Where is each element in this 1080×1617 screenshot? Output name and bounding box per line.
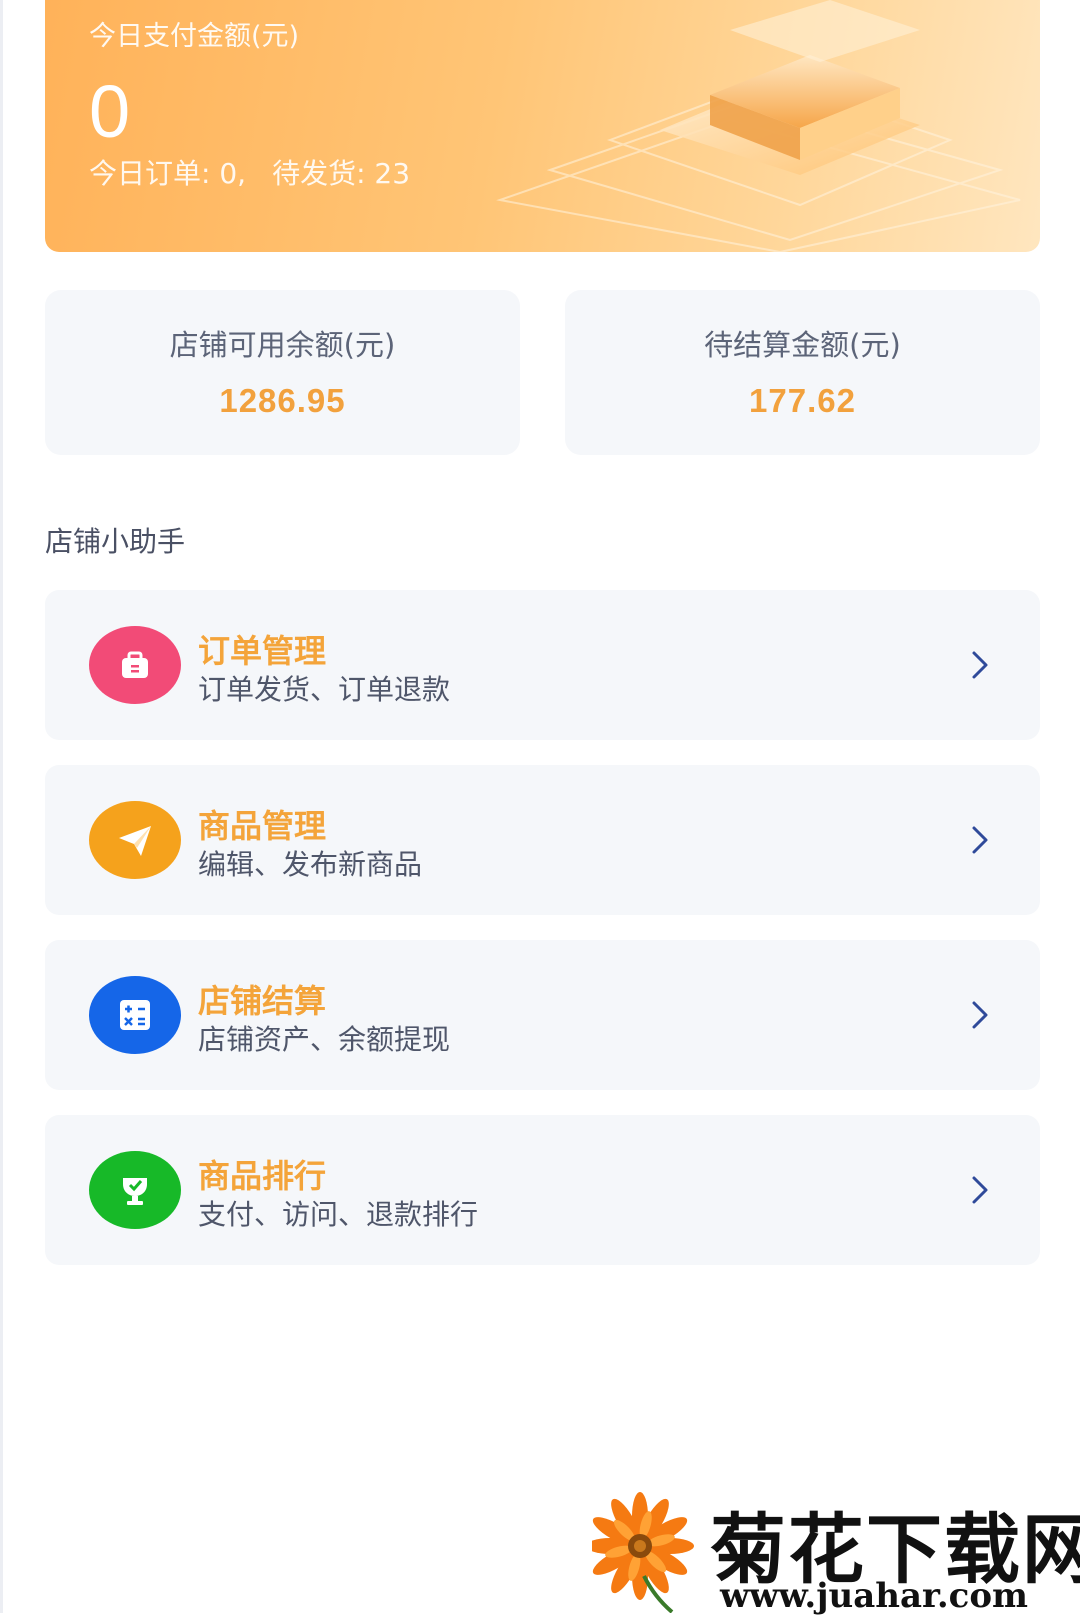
trophy-icon bbox=[89, 1151, 181, 1229]
briefcase-icon bbox=[89, 626, 181, 704]
pending-settlement-label: 待结算金额(元) bbox=[704, 328, 901, 362]
watermark-url: www.juahar.com bbox=[720, 1576, 1029, 1616]
chevron-right-icon bbox=[972, 1176, 988, 1204]
chevron-right-icon bbox=[972, 1001, 988, 1029]
helper-item-product-ranking[interactable]: 商品排行 支付、访问、退款排行 bbox=[45, 1115, 1040, 1265]
today-payment-label: 今日支付金额(元) bbox=[89, 21, 300, 52]
chevron-right-icon bbox=[972, 826, 988, 854]
helper-item-desc: 订单发货、订单退款 bbox=[198, 673, 451, 706]
pending-settlement-value: 177.62 bbox=[749, 382, 856, 419]
helper-item-title: 商品排行 bbox=[198, 1157, 327, 1195]
helper-item-title: 店铺结算 bbox=[198, 982, 327, 1020]
calculator-icon bbox=[89, 976, 181, 1054]
helper-item-title: 订单管理 bbox=[198, 632, 327, 670]
pending-shipment-count: 待发货: 23 bbox=[272, 157, 411, 190]
today-orders-count: 今日订单: 0, bbox=[89, 157, 247, 190]
helper-item-product-management[interactable]: 商品管理 编辑、发布新商品 bbox=[45, 765, 1040, 915]
helper-item-order-management[interactable]: 订单管理 订单发货、订单退款 bbox=[45, 590, 1040, 740]
helper-item-title: 商品管理 bbox=[198, 807, 327, 845]
helper-item-desc: 编辑、发布新商品 bbox=[198, 848, 423, 881]
pending-settlement-card[interactable]: 待结算金额(元) 177.62 bbox=[565, 290, 1040, 455]
left-edge-divider bbox=[0, 0, 3, 1613]
today-payment-amount: 0 bbox=[89, 70, 131, 153]
available-balance-card[interactable]: 店铺可用余额(元) 1286.95 bbox=[45, 290, 520, 455]
today-order-summary: 今日订单: 0, 待发货: 23 bbox=[89, 152, 410, 192]
available-balance-label: 店铺可用余额(元) bbox=[169, 328, 396, 362]
paper-plane-icon bbox=[89, 801, 181, 879]
flower-logo-icon bbox=[586, 1492, 694, 1614]
today-payment-banner[interactable]: 今日支付金额(元) 0 今日订单: 0, 待发货: 23 bbox=[45, 0, 1040, 252]
section-title: 店铺小助手 bbox=[45, 525, 186, 558]
helper-item-store-settlement[interactable]: 店铺结算 店铺资产、余额提现 bbox=[45, 940, 1040, 1090]
helper-item-desc: 店铺资产、余额提现 bbox=[198, 1023, 451, 1056]
available-balance-value: 1286.95 bbox=[219, 382, 346, 419]
decorative-platform-graphic bbox=[496, 0, 1021, 252]
site-watermark: 菊花下载网 www.juahar.com bbox=[586, 1488, 1080, 1616]
chevron-right-icon bbox=[972, 651, 988, 679]
helper-item-desc: 支付、访问、退款排行 bbox=[198, 1198, 479, 1231]
